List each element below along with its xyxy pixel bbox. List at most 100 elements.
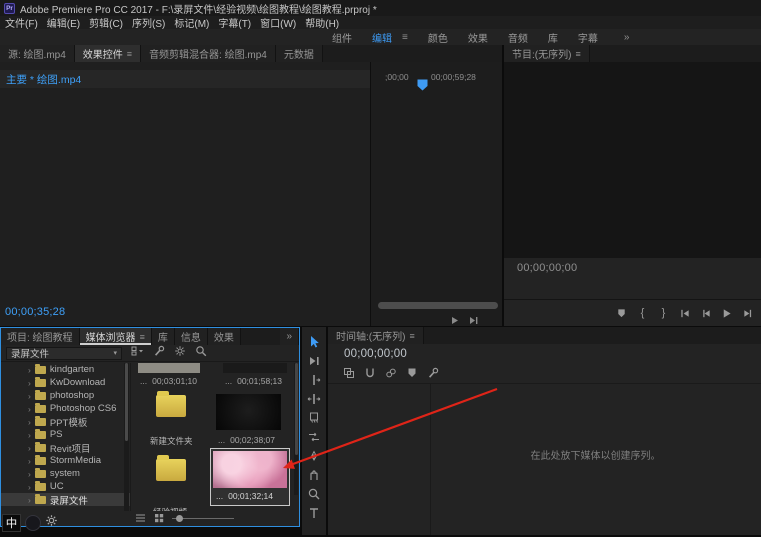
tree-item-system[interactable]: › system (1, 467, 130, 480)
panel-menu-icon[interactable]: ≡ (140, 332, 145, 342)
ripple-edit-tool-icon[interactable] (306, 372, 322, 388)
tree-item-kwdownload[interactable]: › KwDownload (1, 376, 130, 389)
panel-menu-icon[interactable]: ≡ (409, 331, 414, 341)
tree-item-ps[interactable]: › PS (1, 428, 130, 441)
tree-item-stormmedia[interactable]: › StormMedia (1, 454, 130, 467)
rolling-edit-tool-icon[interactable] (306, 391, 322, 407)
tree-item-kindgarten[interactable]: › kindgarten (1, 363, 130, 376)
clip-thumbnail-dark[interactable] (216, 394, 281, 430)
folder-icon-new-folder[interactable] (156, 395, 186, 417)
hand-tool-icon[interactable] (306, 467, 322, 483)
workspace-editing[interactable]: 编辑 (372, 30, 392, 45)
track-select-forward-tool-icon[interactable] (306, 353, 322, 369)
tab-libraries[interactable]: 库 (152, 328, 175, 345)
tab-program-monitor[interactable]: 节目:(无序列) ≡ (504, 45, 590, 62)
chevron-right-icon[interactable]: › (28, 365, 31, 375)
workspace-libraries[interactable]: 库 (548, 30, 558, 45)
icon-view-icon[interactable] (154, 510, 164, 528)
effect-controls-current-timecode[interactable]: 00;00;35;28 (5, 306, 65, 318)
tree-item-photoshop-cs6[interactable]: › Photoshop CS6 (1, 402, 130, 415)
ime-mode-icon[interactable] (25, 515, 41, 531)
zoom-slider-knob[interactable] (176, 515, 183, 522)
chevron-right-icon[interactable]: › (28, 417, 31, 427)
play-icon[interactable] (720, 307, 733, 320)
mark-out-icon[interactable]: } (657, 307, 670, 320)
linked-selection-icon[interactable] (385, 366, 397, 384)
step-back-icon[interactable] (699, 307, 712, 320)
workspace-color[interactable]: 颜色 (428, 30, 448, 45)
tab-effects[interactable]: 效果 (208, 328, 241, 345)
tree-item-ppt-template[interactable]: › PPT模板 (1, 415, 130, 428)
chevron-right-icon[interactable]: › (28, 404, 31, 414)
timeline-settings-wrench-icon[interactable] (427, 366, 439, 384)
tab-project[interactable]: 项目: 绘图教程 (1, 328, 80, 345)
timeline-drop-zone[interactable]: 在此处放下媒体以创建序列。 (430, 447, 761, 462)
filter-icon[interactable] (174, 344, 186, 362)
chevron-right-icon[interactable]: › (28, 469, 31, 479)
menu-edit[interactable]: 编辑(E) (47, 15, 80, 30)
clip-thumbnail-partial[interactable] (223, 363, 287, 373)
selected-clip-item[interactable]: ... 00;01;32;14 (210, 448, 290, 506)
workspace-effects[interactable]: 效果 (468, 30, 488, 45)
chevron-right-icon[interactable]: › (28, 378, 31, 388)
snap-icon[interactable] (364, 366, 376, 384)
tab-overflow-icon[interactable]: » (280, 328, 299, 345)
tree-scrollbar-thumb[interactable] (125, 363, 128, 441)
tab-media-browser[interactable]: 媒体浏览器 ≡ (80, 328, 152, 345)
search-icon[interactable] (195, 344, 207, 362)
menu-marker[interactable]: 标记(M) (174, 15, 209, 30)
play-clip-audio-icon[interactable] (469, 312, 478, 326)
ime-language-button[interactable]: 中 (2, 514, 21, 532)
go-to-in-icon[interactable] (678, 307, 691, 320)
workspace-titles[interactable]: 字幕 (578, 30, 598, 45)
folder-icon-experience-video[interactable] (156, 459, 186, 481)
pen-tool-icon[interactable] (306, 448, 322, 464)
add-marker-icon[interactable] (615, 307, 628, 320)
menu-help[interactable]: 帮助(H) (305, 15, 339, 30)
timeline-timecode[interactable]: 00;00;00;00 (344, 348, 407, 360)
horizontal-scrollbar[interactable] (378, 302, 498, 309)
clip-thumbnail-partial[interactable] (138, 363, 200, 373)
effect-controls-timeline-area[interactable]: ;00;00 00;00;59;28 (370, 62, 502, 326)
menu-title[interactable]: 字幕(T) (218, 15, 251, 30)
slip-tool-icon[interactable] (306, 429, 322, 445)
chevron-right-icon[interactable]: › (28, 430, 31, 440)
zoom-tool-icon[interactable] (306, 486, 322, 502)
chevron-right-icon[interactable]: › (28, 391, 31, 401)
tab-audio-clip-mixer[interactable]: 音频剪辑混合器: 绘图.mp4 (141, 45, 276, 62)
panel-menu-icon[interactable]: ≡ (575, 49, 580, 59)
menu-sequence[interactable]: 序列(S) (132, 15, 165, 30)
play-clip-video-icon[interactable] (451, 312, 459, 326)
chevron-right-icon[interactable]: › (28, 495, 31, 505)
thumbnail-zoom-slider[interactable] (172, 518, 234, 519)
clip-thumbnail-blossom[interactable] (213, 451, 287, 488)
workspace-menu-icon[interactable]: ≡ (402, 32, 408, 43)
chevron-right-icon[interactable]: › (28, 482, 31, 492)
chevron-right-icon[interactable]: › (28, 443, 31, 453)
razor-tool-icon[interactable] (306, 410, 322, 426)
view-selector-icon[interactable] (131, 344, 144, 362)
panel-menu-icon[interactable]: ≡ (127, 49, 132, 59)
folder-label[interactable]: 新建文件夹 (150, 435, 193, 447)
grid-scrollbar[interactable] (294, 363, 298, 495)
tree-item-uc[interactable]: › UC (1, 480, 130, 493)
location-dropdown[interactable]: 录屏文件 ▾ (6, 347, 122, 360)
list-view-icon[interactable] (135, 510, 146, 528)
menu-clip[interactable]: 剪辑(C) (89, 15, 123, 30)
tab-timeline[interactable]: 时间轴:(无序列) ≡ (328, 327, 424, 344)
tab-metadata[interactable]: 元数据 (276, 45, 323, 62)
selection-tool-icon[interactable] (306, 334, 322, 350)
tab-info[interactable]: 信息 (175, 328, 208, 345)
grid-scrollbar-thumb[interactable] (295, 363, 298, 455)
workspace-audio[interactable]: 音频 (508, 30, 528, 45)
tab-effect-controls[interactable]: 效果控件 ≡ (75, 45, 141, 62)
tree-item-recording-files[interactable]: › 录屏文件 (1, 493, 130, 506)
workspace-overflow-icon[interactable]: » (624, 32, 630, 43)
menu-window[interactable]: 窗口(W) (260, 15, 296, 30)
tab-source-monitor[interactable]: 源: 绘图.mp4 (0, 45, 75, 62)
program-timecode[interactable]: 00;00;00;00 (517, 262, 577, 274)
wrench-icon[interactable] (153, 344, 165, 362)
tree-item-photoshop[interactable]: › photoshop (1, 389, 130, 402)
workspace-assembly[interactable]: 组件 (332, 30, 352, 45)
type-tool-icon[interactable] (306, 505, 322, 521)
